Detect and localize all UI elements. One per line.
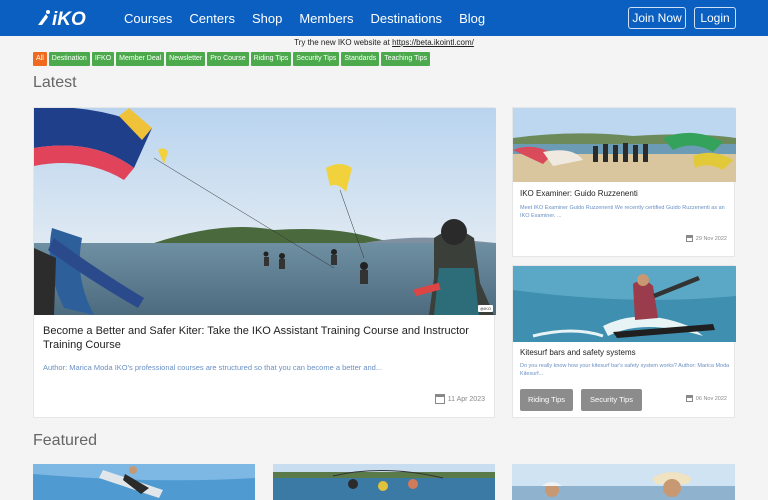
instructor-portrait-photo xyxy=(512,464,735,500)
top-navbar: iKO Courses Centers Shop Members Destina… xyxy=(0,0,768,36)
kitesurfer-action-photo xyxy=(513,266,736,342)
article-date-text: 11 Apr 2023 xyxy=(447,395,485,403)
nav-members[interactable]: Members xyxy=(299,11,353,26)
kitesurfer-jump-photo xyxy=(33,464,255,500)
latest-heading: Latest xyxy=(33,74,77,91)
nav-courses[interactable]: Courses xyxy=(124,11,172,26)
main-nav: Courses Centers Shop Members Destination… xyxy=(124,0,502,36)
nav-shop[interactable]: Shop xyxy=(252,11,282,26)
article-date: 11 Apr 2023 xyxy=(434,394,485,404)
join-now-button[interactable]: Join Now xyxy=(628,7,686,29)
tag-teaching-tips[interactable]: Teaching Tips xyxy=(381,52,431,66)
svg-text:iKO: iKO xyxy=(52,9,86,30)
tag-security-tips[interactable]: Security Tips xyxy=(293,52,340,66)
promo-text: Try the new IKO website at xyxy=(294,38,393,47)
iko-watermark-badge: @IKO xyxy=(478,305,493,312)
calendar-icon xyxy=(685,235,693,242)
tag-riding-tips[interactable]: Riding Tips xyxy=(250,52,292,66)
featured-heading: Featured xyxy=(33,432,98,449)
side-article-date-text: 06 Nov 2022 xyxy=(695,395,727,402)
calendar-icon xyxy=(685,395,693,402)
side-article-date: 29 Nov 2022 xyxy=(685,235,727,242)
nav-destinations[interactable]: Destinations xyxy=(371,11,443,26)
article-hero-image[interactable]: @IKO xyxy=(34,108,496,315)
kitesurf-lagoon-photo xyxy=(34,108,496,315)
tag-security-tips-button[interactable]: Security Tips xyxy=(581,389,642,411)
side-article-date-text: 29 Nov 2022 xyxy=(695,235,727,242)
kite-lesson-photo xyxy=(273,464,495,500)
featured-thumbnail[interactable] xyxy=(273,464,495,500)
tag-all[interactable]: All xyxy=(33,52,47,66)
article-title[interactable]: Become a Better and Safer Kiter: Take th… xyxy=(43,324,487,352)
nav-blog[interactable]: Blog xyxy=(459,11,485,26)
tag-member-deal[interactable]: Member Deal xyxy=(116,52,165,66)
article-thumbnail[interactable] xyxy=(513,266,736,342)
side-article-excerpt: Meet IKO Examiner Guido Ruzzenenti We re… xyxy=(520,205,725,219)
article-excerpt: Author: Marica Moda IKO's professional c… xyxy=(43,363,383,372)
calendar-icon xyxy=(434,394,445,404)
tag-pro-course[interactable]: Pro Course xyxy=(207,52,249,66)
featured-article-card[interactable]: @IKO Become a Better and Safer Kiter: Ta… xyxy=(33,107,496,418)
tag-riding-tips-button[interactable]: Riding Tips xyxy=(520,389,573,411)
iko-logo[interactable]: iKO xyxy=(36,6,104,30)
category-filter-bar: All Destination IFKO Member Deal Newslet… xyxy=(33,52,432,66)
side-article-date: 06 Nov 2022 xyxy=(685,395,727,402)
tag-newsletter[interactable]: Newsletter xyxy=(166,52,206,66)
side-article-excerpt: Do you really know how your kitesurf bar… xyxy=(520,363,730,377)
side-article-card[interactable]: IKO Examiner: Guido Ruzzenenti Meet IKO … xyxy=(512,107,736,257)
beach-group-photo xyxy=(513,108,736,182)
featured-thumbnail[interactable] xyxy=(512,464,735,500)
featured-thumbnail[interactable] xyxy=(33,464,255,500)
side-article-title[interactable]: Kitesurf bars and safety systems xyxy=(520,348,730,358)
side-article-title[interactable]: IKO Examiner: Guido Ruzzenenti xyxy=(520,189,730,199)
article-thumbnail[interactable] xyxy=(513,108,736,182)
promo-banner: Try the new IKO website at https://beta.… xyxy=(0,38,768,47)
tag-destination[interactable]: Destination xyxy=(48,52,90,66)
tag-ifko[interactable]: IFKO xyxy=(91,52,115,66)
nav-centers[interactable]: Centers xyxy=(189,11,235,26)
login-button[interactable]: Login xyxy=(694,7,736,29)
promo-link[interactable]: https://beta.ikointl.com/ xyxy=(392,38,474,47)
side-article-card[interactable]: Kitesurf bars and safety systems Do you … xyxy=(512,265,736,418)
tag-standards[interactable]: Standards xyxy=(341,52,380,66)
